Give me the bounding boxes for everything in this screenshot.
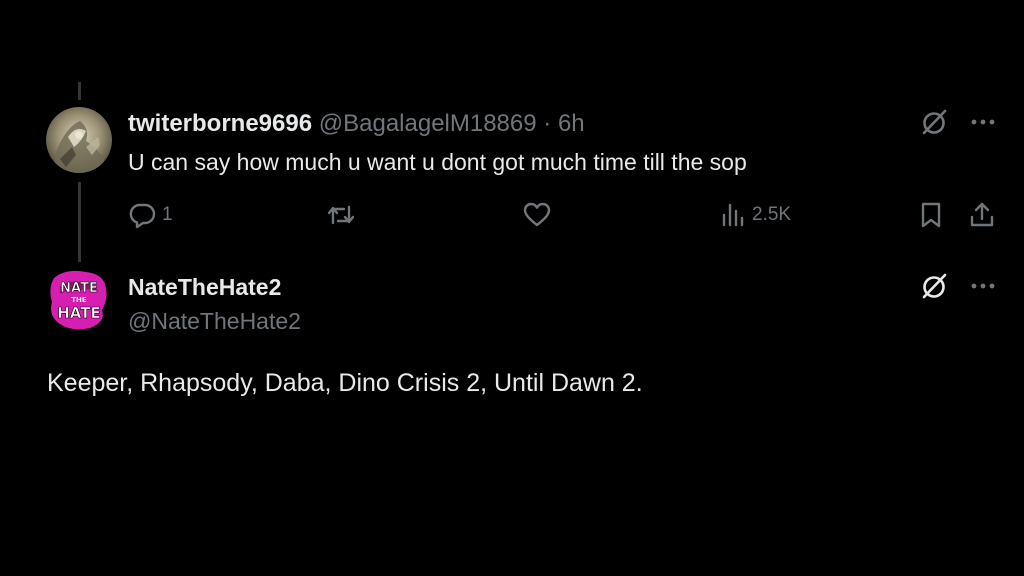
reply-button[interactable]: 1 [128,198,173,232]
avatar-image: NATE THE HATE [46,266,112,332]
display-name[interactable]: twiterborne9696 [128,110,312,137]
reply-header: twiterborne9696 @BagalagelM18869 · 6h [128,108,585,140]
user-handle[interactable]: @BagalagelM18869 [319,110,537,137]
views-button[interactable]: 2.5K [720,198,791,232]
like-button[interactable] [522,198,552,232]
like-icon [522,201,552,229]
thread-line [78,82,81,100]
retweet-button[interactable] [326,198,356,232]
avatar-text: THE [71,296,87,304]
display-name[interactable]: NateTheHate2 [128,272,281,302]
bookmark-icon [918,201,944,229]
bookmark-button[interactable] [918,198,944,232]
view-count: 2.5K [752,204,792,225]
main-top-actions [920,272,996,305]
more-icon[interactable] [970,108,996,141]
avatar-image [46,107,112,173]
thread-line [78,182,81,262]
reply-icon [128,201,156,229]
post-text: Keeper, Rhapsody, Daba, Dino Crisis 2, U… [47,369,643,397]
retweet-icon [326,201,356,229]
share-button[interactable] [968,198,996,232]
reply-top-actions [920,108,996,141]
avatar[interactable] [46,107,112,173]
more-icon[interactable] [970,272,996,305]
reply-count: 1 [162,204,173,225]
tweet-thread-view: twiterborne9696 @BagalagelM18869 · 6h U … [0,0,1024,576]
avatar-text: NATE [60,281,98,296]
grok-icon[interactable] [920,108,948,141]
avatar[interactable]: NATE THE HATE [46,266,112,332]
share-icon [968,201,996,229]
timestamp[interactable]: 6h [558,110,585,137]
separator-dot: · [536,110,558,137]
avatar-text: HATE [57,304,100,322]
reply-text: U can say how much u want u dont got muc… [128,149,747,175]
reply-action-bar: 1 2.5K [128,198,1000,232]
views-icon [720,201,746,229]
user-handle[interactable]: @NateTheHate2 [128,306,301,336]
grok-icon[interactable] [920,272,948,305]
